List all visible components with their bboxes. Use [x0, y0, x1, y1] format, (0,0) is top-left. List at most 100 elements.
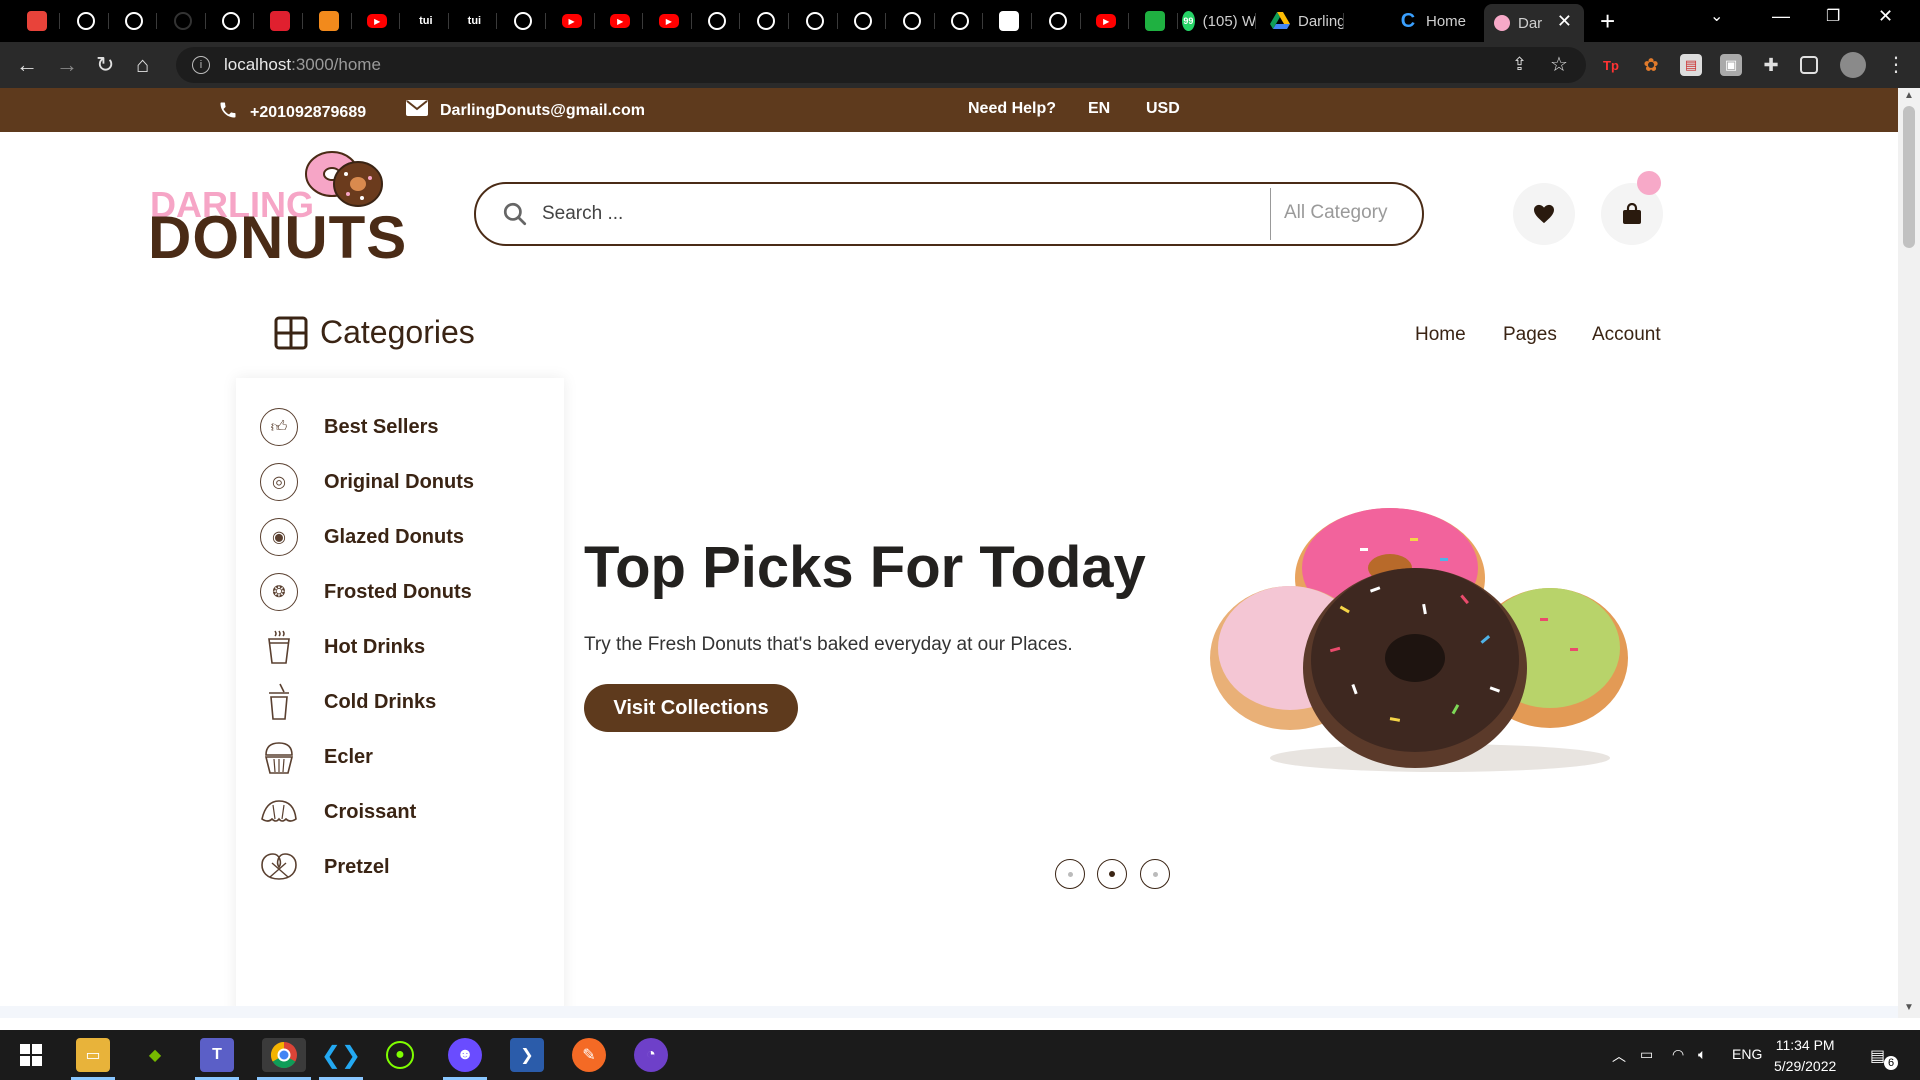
- category-best-sellers[interactable]: 👍︎ Best Sellers: [260, 408, 439, 446]
- category-original-donuts[interactable]: ◎ Original Donuts: [260, 463, 474, 501]
- category-glazed-donuts[interactable]: ◉ Glazed Donuts: [260, 518, 464, 556]
- nav-pages[interactable]: Pages: [1503, 324, 1557, 346]
- browser-tab[interactable]: [160, 4, 206, 38]
- profile-avatar-icon[interactable]: [1840, 52, 1866, 78]
- slider-dot-3[interactable]: [1140, 859, 1170, 889]
- file-explorer-icon[interactable]: ▭: [76, 1038, 110, 1072]
- discord-icon[interactable]: ☻: [448, 1038, 482, 1072]
- phone-contact[interactable]: +201092879689: [218, 100, 366, 125]
- forward-icon[interactable]: →: [56, 52, 78, 78]
- system-clock[interactable]: 11:34 PM 5/29/2022: [1774, 1035, 1836, 1077]
- minimize-icon[interactable]: —: [1772, 6, 1790, 27]
- nav-home[interactable]: Home: [1415, 324, 1466, 346]
- category-croissant[interactable]: Croissant: [260, 793, 416, 831]
- restore-icon[interactable]: ❐: [1826, 6, 1840, 26]
- browser-tab[interactable]: [500, 4, 546, 38]
- browser-tab[interactable]: [111, 4, 158, 38]
- tab-whatsapp[interactable]: 99 (105) W: [1172, 4, 1256, 38]
- browser-tab[interactable]: ▶: [1083, 4, 1130, 38]
- browser-tab[interactable]: [1035, 4, 1081, 38]
- visit-collections-button[interactable]: Visit Collections: [584, 684, 798, 732]
- page-scrollbar[interactable]: ▲ ▼: [1898, 88, 1920, 1018]
- need-help-link[interactable]: Need Help?: [968, 100, 1056, 118]
- browser-tab[interactable]: tui: [451, 4, 498, 38]
- category-dropdown[interactable]: All Category: [1284, 202, 1388, 224]
- site-info-icon[interactable]: i: [192, 56, 210, 74]
- tab-darling-donuts-active[interactable]: Dar ✕: [1484, 4, 1584, 42]
- extension-tp-icon[interactable]: Tp: [1600, 54, 1622, 76]
- url-field[interactable]: i localhost:3000/home: [176, 47, 1586, 83]
- chevron-down-icon[interactable]: ⌄: [1710, 6, 1723, 26]
- powershell-icon[interactable]: ❯: [510, 1038, 544, 1072]
- input-language[interactable]: ENG: [1732, 1046, 1762, 1062]
- scrollbar-thumb[interactable]: [1903, 106, 1915, 248]
- close-window-icon[interactable]: ✕: [1878, 6, 1893, 27]
- battery-icon[interactable]: ▭: [1640, 1046, 1653, 1063]
- category-cold-drinks[interactable]: Cold Drinks: [260, 683, 436, 721]
- extension-pdf-icon[interactable]: ▤: [1680, 54, 1702, 76]
- home-icon[interactable]: ⌂: [136, 52, 149, 78]
- browser-tab[interactable]: [889, 4, 935, 38]
- tray-overflow-icon[interactable]: ︿: [1612, 1046, 1626, 1066]
- browser-tab[interactable]: ▶: [646, 4, 692, 38]
- tab-google-drive[interactable]: Darling: [1260, 4, 1344, 38]
- email-contact[interactable]: DarlingDonuts@gmail.com: [406, 100, 645, 121]
- category-frosted-donuts[interactable]: ❂ Frosted Donuts: [260, 573, 472, 611]
- language-selector[interactable]: EN: [1088, 100, 1110, 118]
- vscode-icon[interactable]: ❮❯: [321, 1038, 361, 1072]
- browser-tab[interactable]: [14, 4, 60, 38]
- browser-tab[interactable]: [840, 4, 887, 38]
- github-desktop-icon[interactable]: ◔: [634, 1038, 668, 1072]
- notification-center-icon[interactable]: ▤: [1870, 1046, 1885, 1066]
- screen-recorder-icon[interactable]: ●: [386, 1041, 414, 1069]
- scroll-up-icon[interactable]: ▲: [1904, 90, 1914, 101]
- category-ecler[interactable]: Ecler: [260, 738, 373, 776]
- back-icon[interactable]: ←: [16, 52, 38, 78]
- browser-tab[interactable]: tui: [403, 4, 449, 38]
- browser-tab[interactable]: [743, 4, 789, 38]
- postman-icon[interactable]: ✎: [572, 1038, 606, 1072]
- slider-dot-1[interactable]: [1055, 859, 1085, 889]
- browser-tab[interactable]: [257, 4, 303, 38]
- windows-start-icon[interactable]: [14, 1038, 48, 1072]
- wishlist-button[interactable]: [1513, 183, 1575, 245]
- currency-selector[interactable]: USD: [1146, 100, 1180, 118]
- menu-kebab-icon[interactable]: ⋮: [1886, 52, 1906, 77]
- browser-tab[interactable]: [937, 4, 984, 38]
- browser-tab[interactable]: ▶: [597, 4, 644, 38]
- browser-tab[interactable]: [792, 4, 838, 38]
- browser-tab[interactable]: [694, 4, 741, 38]
- browser-tab[interactable]: [208, 4, 255, 38]
- address-bar: ← → ↻ ⌂ i localhost:3000/home ⇪ ☆ Tp ✿ ▤…: [0, 42, 1920, 88]
- croissant-icon: [260, 793, 298, 831]
- tab-home[interactable]: C Home: [1388, 4, 1482, 38]
- wifi-icon[interactable]: ◠: [1672, 1046, 1684, 1063]
- new-tab-icon[interactable]: +: [1600, 6, 1615, 37]
- scroll-down-icon[interactable]: ▼: [1904, 1002, 1914, 1013]
- search-input[interactable]: [542, 203, 1242, 225]
- category-pretzel[interactable]: Pretzel: [260, 848, 390, 886]
- slider-dot-2-active[interactable]: [1097, 859, 1127, 889]
- extension-image-icon[interactable]: ▣: [1720, 54, 1742, 76]
- share-icon[interactable]: ⇪: [1512, 54, 1527, 75]
- nvidia-icon[interactable]: ◆: [138, 1038, 172, 1072]
- browser-tab[interactable]: ▶: [549, 4, 595, 38]
- category-hot-drinks[interactable]: Hot Drinks: [260, 628, 425, 666]
- browser-tab[interactable]: ▶: [354, 4, 401, 38]
- extensions-puzzle-icon[interactable]: ✚: [1760, 54, 1782, 76]
- chrome-icon[interactable]: [262, 1038, 306, 1072]
- notification-count: 6: [1884, 1056, 1898, 1070]
- volume-icon[interactable]: 🔈︎: [1698, 1046, 1706, 1063]
- browser-tab[interactable]: [1132, 4, 1178, 38]
- browser-tab[interactable]: [63, 4, 109, 38]
- bookmark-star-icon[interactable]: ☆: [1550, 52, 1568, 77]
- browser-tab[interactable]: [306, 4, 352, 38]
- close-tab-icon[interactable]: ✕: [1557, 11, 1572, 32]
- teams-icon[interactable]: T: [200, 1038, 234, 1072]
- site-logo[interactable]: DARLING DONUTS: [148, 144, 406, 268]
- side-panel-icon[interactable]: [1800, 56, 1818, 74]
- nav-account[interactable]: Account: [1592, 324, 1661, 346]
- browser-tab[interactable]: [986, 4, 1032, 38]
- reload-icon[interactable]: ↻: [96, 52, 114, 78]
- extension-cookie-icon[interactable]: ✿: [1640, 54, 1662, 76]
